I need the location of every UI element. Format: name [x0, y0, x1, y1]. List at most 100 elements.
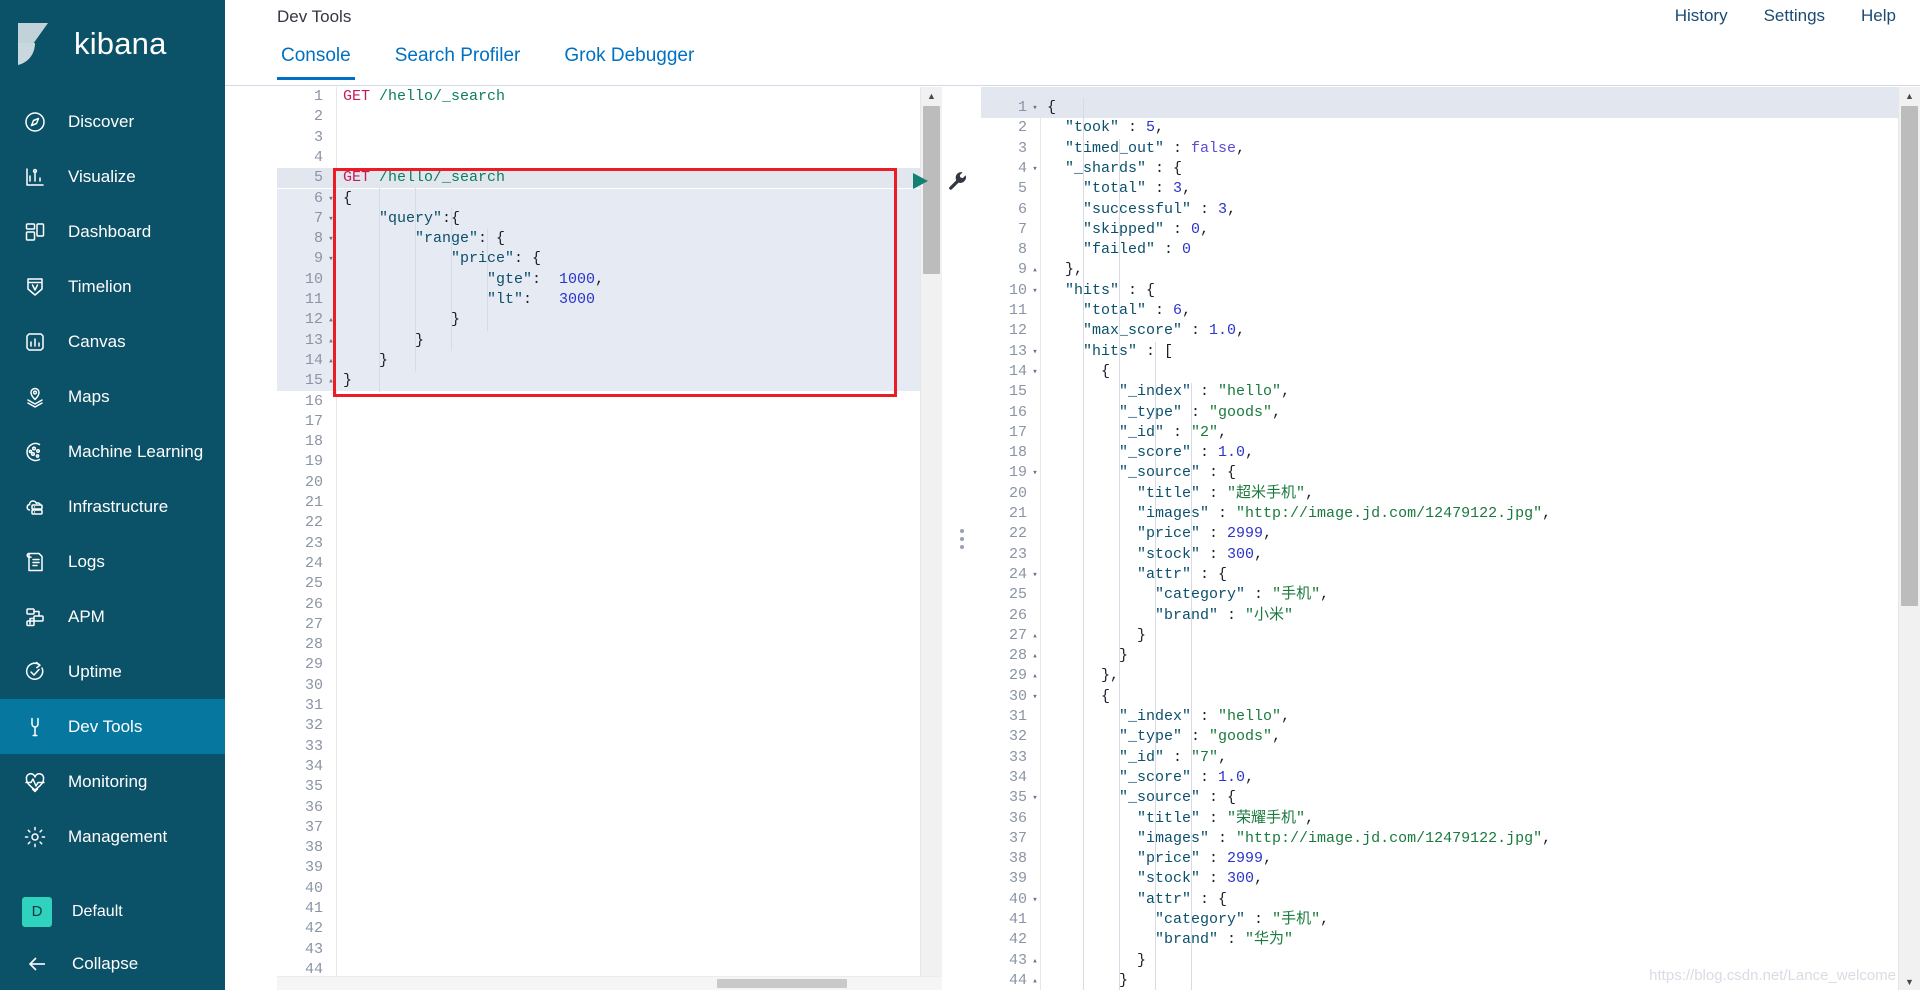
code-line[interactable]: 38: [277, 838, 942, 858]
fold-toggle-icon[interactable]: ▾: [1030, 788, 1040, 808]
code-line[interactable]: 27: [277, 615, 942, 635]
code-line[interactable]: 31: [277, 696, 942, 716]
sidebar-item-space[interactable]: D Default: [0, 884, 225, 939]
code-line[interactable]: 11 "lt": 3000: [277, 290, 942, 311]
fold-toggle-icon[interactable]: ▾: [1030, 342, 1040, 362]
code-line[interactable]: 22: [277, 513, 942, 533]
fold-toggle-icon[interactable]: ▴: [1030, 626, 1040, 646]
editor-hscroll-thumb[interactable]: [717, 979, 847, 988]
fold-toggle-icon[interactable]: ▴: [326, 351, 336, 371]
code-line[interactable]: 44 ▴ }: [981, 971, 1920, 990]
code-line[interactable]: 19: [277, 452, 942, 472]
fold-toggle-icon[interactable]: ▴: [326, 371, 336, 391]
fold-toggle-icon[interactable]: ▴: [1030, 260, 1040, 280]
code-line[interactable]: 5 "total" : 3,: [981, 179, 1920, 199]
code-line[interactable]: 9 ▾ "price": {: [277, 249, 942, 270]
response-pane[interactable]: 1 ▾{2 "took" : 5, 3 "timed_out" : false, 4 ▾…: [981, 87, 1920, 990]
code-line[interactable]: 17: [277, 412, 942, 432]
code-line[interactable]: 39 "stock" : 300,: [981, 869, 1920, 889]
code-line[interactable]: 29: [277, 655, 942, 675]
scroll-up-icon[interactable]: ▲: [921, 87, 942, 104]
fold-toggle-icon[interactable]: ▾: [326, 189, 336, 209]
pane-splitter[interactable]: [942, 87, 981, 990]
code-line[interactable]: 31 "_index" : "hello",: [981, 707, 1920, 727]
code-line[interactable]: 12 ▴ }: [277, 310, 942, 331]
fold-toggle-icon[interactable]: ▴: [326, 310, 336, 330]
code-line[interactable]: 37 "images" : "http://image.jd.com/12479…: [981, 829, 1920, 849]
tab-grok-debugger[interactable]: Grok Debugger: [560, 36, 698, 80]
code-line[interactable]: 18: [277, 432, 942, 452]
fold-toggle-icon[interactable]: ▴: [1030, 666, 1040, 686]
fold-toggle-icon[interactable]: ▴: [326, 331, 336, 351]
play-icon[interactable]: [909, 170, 931, 192]
code-line[interactable]: 24 ▾ "attr" : {: [981, 565, 1920, 585]
code-line[interactable]: 41 "category" : "手机",: [981, 910, 1920, 930]
code-line[interactable]: 16: [277, 392, 942, 412]
code-line[interactable]: 8 "failed" : 0: [981, 240, 1920, 260]
sidebar-item-machine-learning[interactable]: Machine Learning: [0, 424, 225, 479]
code-line[interactable]: 20: [277, 473, 942, 493]
code-line[interactable]: 13 ▾ "hits" : [: [981, 342, 1920, 362]
code-line[interactable]: 21 "images" : "http://image.jd.com/12479…: [981, 504, 1920, 524]
fold-toggle-icon[interactable]: ▾: [1030, 281, 1040, 301]
wrench-icon[interactable]: [947, 170, 969, 192]
code-line[interactable]: 41: [277, 899, 942, 919]
sidebar-item-dashboard[interactable]: Dashboard: [0, 204, 225, 259]
code-line[interactable]: 36 "title" : "荣耀手机",: [981, 809, 1920, 829]
fold-toggle-icon[interactable]: ▾: [1030, 362, 1040, 382]
code-line[interactable]: 7 ▾ "query":{: [277, 208, 942, 230]
code-line[interactable]: 18 "_score" : 1.0,: [981, 443, 1920, 463]
code-line[interactable]: 28: [277, 635, 942, 655]
sidebar-item-discover[interactable]: Discover: [0, 94, 225, 149]
code-line[interactable]: 2: [277, 107, 942, 127]
code-line[interactable]: 1 ▾ {: [981, 98, 1920, 119]
code-line[interactable]: 32: [277, 716, 942, 736]
code-line[interactable]: 33: [277, 737, 942, 757]
code-line[interactable]: 4 ▾ "_shards" : {: [981, 159, 1920, 179]
code-line[interactable]: 26: [277, 595, 942, 615]
scroll-up-icon[interactable]: ▲: [1899, 87, 1920, 104]
code-line[interactable]: 15 ▴}: [277, 371, 942, 392]
header-link-history[interactable]: History: [1675, 6, 1728, 26]
sidebar-item-apm[interactable]: APM: [0, 589, 225, 644]
code-line[interactable]: 42: [277, 919, 942, 939]
code-line[interactable]: 12 "max_score" : 1.0,: [981, 321, 1920, 341]
code-line[interactable]: 34 "_score" : 1.0,: [981, 768, 1920, 788]
fold-toggle-icon[interactable]: ▴: [1030, 971, 1040, 990]
sidebar-item-maps[interactable]: Maps: [0, 369, 225, 424]
code-line[interactable]: 20 "title" : "超米手机",: [981, 484, 1920, 504]
code-line[interactable]: 21: [277, 493, 942, 513]
fold-toggle-icon[interactable]: ▾: [326, 229, 336, 249]
code-line[interactable]: 30 ▾ {: [981, 687, 1920, 707]
header-link-settings[interactable]: Settings: [1764, 6, 1825, 26]
editor-vertical-scrollbar[interactable]: ▲ ▼: [920, 87, 942, 990]
code-line[interactable]: 26 "brand" : "小米": [981, 606, 1920, 626]
sidebar-item-monitoring[interactable]: Monitoring: [0, 754, 225, 809]
code-line[interactable]: 6 ▾ {: [277, 188, 942, 209]
fold-toggle-icon[interactable]: ▾: [326, 249, 336, 269]
code-line[interactable]: 3: [277, 128, 942, 148]
scroll-down-icon[interactable]: ▼: [1899, 973, 1920, 990]
request-editor-pane[interactable]: 1 GET /hello/_search 2 3 4 5 GET /hello/_searc…: [277, 87, 966, 990]
request-actions[interactable]: [909, 170, 969, 192]
editor-horizontal-scrollbar[interactable]: [277, 976, 942, 990]
code-line[interactable]: 36: [277, 798, 942, 818]
code-line[interactable]: 10 ▾ "hits" : {: [981, 281, 1920, 301]
code-line[interactable]: 43: [277, 940, 942, 960]
code-line[interactable]: 17 "_id" : "2",: [981, 423, 1920, 443]
response-code-area[interactable]: 1 ▾{2 "took" : 5, 3 "timed_out" : false, 4 ▾…: [981, 98, 1920, 990]
code-line[interactable]: 39: [277, 858, 942, 878]
fold-toggle-icon[interactable]: ▾: [1030, 890, 1040, 910]
code-line[interactable]: 42 "brand" : "华为": [981, 930, 1920, 950]
tab-search-profiler[interactable]: Search Profiler: [391, 36, 525, 80]
code-line[interactable]: 33 "_id" : "7",: [981, 748, 1920, 768]
code-line[interactable]: 15 "_index" : "hello",: [981, 382, 1920, 402]
code-line[interactable]: 40 ▾ "attr" : {: [981, 890, 1920, 910]
code-line[interactable]: 28 ▴ }: [981, 646, 1920, 666]
code-line[interactable]: 40: [277, 879, 942, 899]
sidebar-item-management[interactable]: Management: [0, 809, 225, 864]
code-line[interactable]: 5 GET /hello/_search: [277, 168, 942, 189]
code-line[interactable]: 23 "stock" : 300,: [981, 545, 1920, 565]
sidebar-item-canvas[interactable]: Canvas: [0, 314, 225, 369]
response-vertical-scrollbar[interactable]: ▲ ▼: [1898, 87, 1920, 990]
